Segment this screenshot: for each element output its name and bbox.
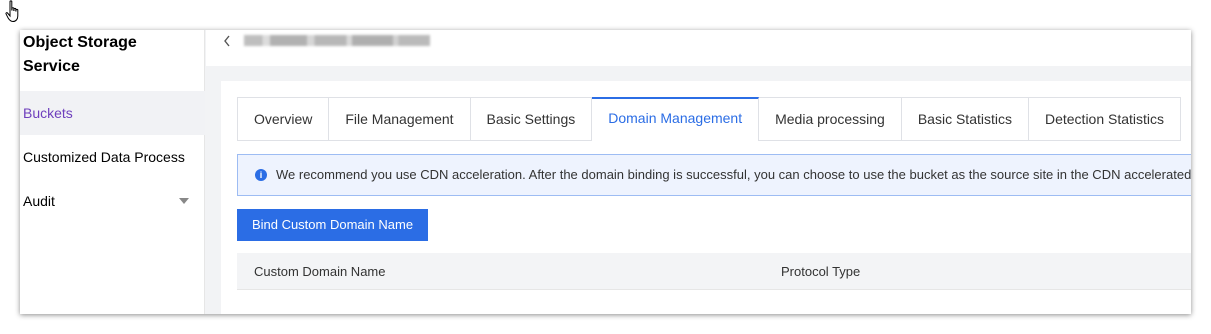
chevron-down-icon [179, 198, 189, 204]
bind-custom-domain-button[interactable]: Bind Custom Domain Name [237, 209, 428, 241]
app-window: Object Storage Service Buckets Customize… [20, 30, 1191, 314]
tab-domain-management[interactable]: Domain Management [592, 97, 760, 141]
sidebar-item-label: Customized Data Process [23, 149, 185, 165]
sidebar: Object Storage Service Buckets Customize… [20, 30, 205, 314]
sidebar-item-label: Audit [23, 193, 55, 209]
tab-media-processing[interactable]: Media processing [759, 98, 902, 140]
bucket-name-redacted [244, 35, 430, 46]
sidebar-item-buckets[interactable]: Buckets [20, 91, 205, 135]
chevron-left-icon[interactable] [222, 34, 232, 48]
tab-file-management[interactable]: File Management [329, 98, 471, 140]
tab-detection-statistics[interactable]: Detection Statistics [1029, 98, 1180, 140]
product-title: Object Storage Service [23, 34, 137, 75]
tab-basic-settings[interactable]: Basic Settings [471, 98, 593, 140]
cdn-notice-banner: i We recommend you use CDN acceleration.… [237, 154, 1191, 196]
info-icon: i [255, 169, 267, 181]
sidebar-item-label: Buckets [23, 105, 73, 121]
header-bar [206, 30, 1191, 66]
tab-basic-statistics[interactable]: Basic Statistics [902, 98, 1029, 140]
tab-overview[interactable]: Overview [238, 98, 330, 140]
sidebar-item-audit[interactable]: Audit [20, 179, 205, 223]
column-header-protocol-type[interactable]: Protocol Type [781, 253, 860, 290]
notice-text: We recommend you use CDN acceleration. A… [276, 167, 1191, 182]
sidebar-item-customized-data-process[interactable]: Customized Data Process [20, 135, 205, 179]
column-header-custom-domain-name[interactable]: Custom Domain Name [254, 253, 386, 290]
hand-cursor-icon [5, 0, 19, 23]
tab-bar: Overview File Management Basic Settings … [237, 97, 1182, 141]
main-content: Overview File Management Basic Settings … [221, 81, 1191, 314]
table-header: Custom Domain Name Protocol Type [237, 253, 1191, 290]
